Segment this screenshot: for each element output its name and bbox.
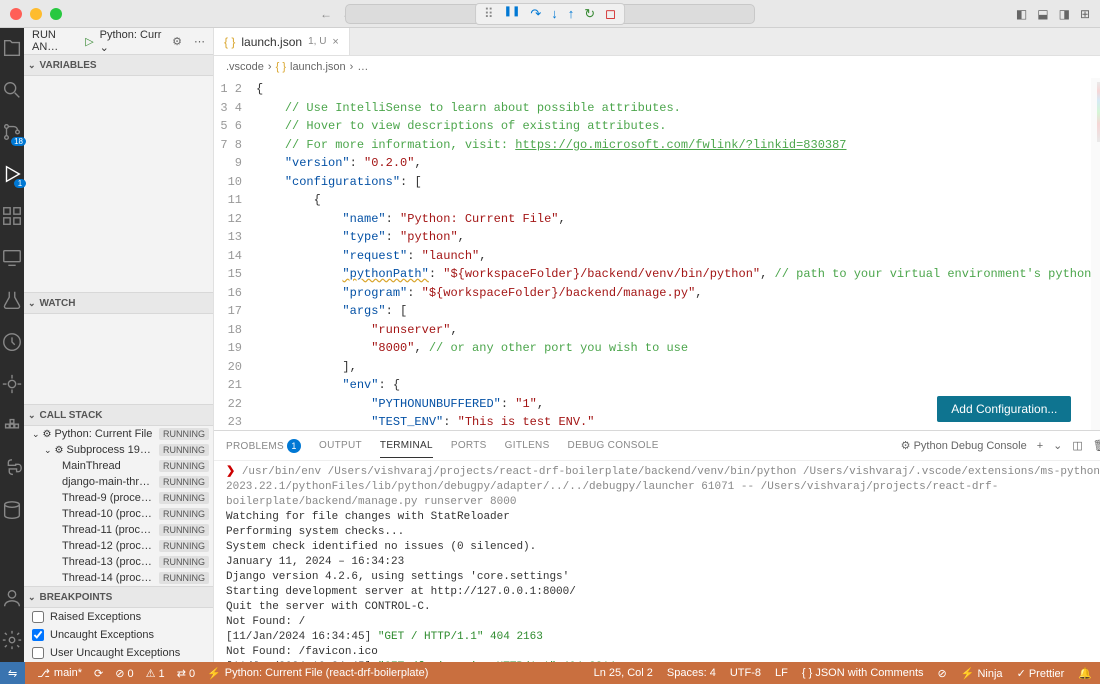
tab-debug-console[interactable]: DEBUG CONSOLE [568,440,659,451]
terminal-profile-label[interactable]: ⚙ Python Debug Console [901,439,1027,452]
debug-step-in-icon[interactable]: ↓ [551,6,558,22]
database-icon[interactable] [0,498,24,522]
tab-launch-json[interactable]: { } launch.json 1, U × [214,28,350,55]
callstack-row[interactable]: Thread-10 (process…RUNNING [24,506,213,522]
breakpoint-checkbox[interactable] [32,629,44,641]
problems-badge: 1 [287,439,301,453]
debug-toolbar: ⠿ ❚❚ ↷ ↓ ↑ ↻ ◻ [475,3,625,25]
debug-badge: 1 [14,179,26,188]
breakpoint-row[interactable]: Raised Exceptions [24,608,213,626]
window-close[interactable] [10,8,22,20]
tab-output[interactable]: OUTPUT [319,440,362,451]
window-zoom[interactable] [50,8,62,20]
gitlens-icon[interactable] [0,372,24,396]
terminal-output[interactable]: ❯ /usr/bin/env /Users/vishvaraj/projects… [214,461,1100,662]
debug-sidebar: RUN AN… ▷ Python: Curr ⌄ ⚙ ⋯ ⌄VARIABLES … [24,28,214,662]
debug-step-out-icon[interactable]: ↑ [568,6,575,22]
tab-dirty-indicator: 1, U [308,36,326,47]
breakpoint-checkbox[interactable] [32,647,44,659]
code-editor[interactable]: 1 2 3 4 5 6 7 8 9 10 11 12 13 14 15 16 1… [214,78,1100,430]
callstack-row[interactable]: Thread-14 (process…RUNNING [24,570,213,586]
run-debug-icon[interactable]: 1 [0,162,24,186]
more-icon[interactable]: ⋯ [194,35,205,48]
json-icon: { } [224,35,235,49]
timeline-icon[interactable] [0,330,24,354]
section-variables[interactable]: ⌄VARIABLES [24,54,213,76]
python-icon[interactable] [0,456,24,480]
callstack-row[interactable]: Thread-12 (process…RUNNING [24,538,213,554]
bottom-panel: PROBLEMS1 OUTPUT TERMINAL PORTS GITLENS … [214,430,1100,662]
source-control-icon[interactable]: 18 [0,120,24,144]
tab-gitlens[interactable]: GITLENS [505,440,550,451]
layout-customize-icon[interactable]: ⊞ [1080,7,1090,21]
split-terminal-icon[interactable]: ◫ [1072,439,1082,452]
nav-back-icon[interactable]: ← [320,7,332,21]
breadcrumb[interactable]: .vscode › { } launch.json › … [214,56,1100,78]
tab-close-icon[interactable]: × [332,36,338,48]
callstack-row[interactable]: MainThreadRUNNING [24,458,213,474]
callstack-row[interactable]: ⌄⚙Subprocess 19294RUNNING [24,442,213,458]
launch-config-dropdown[interactable]: Python: Curr ⌄ [100,29,166,54]
debug-restart-icon[interactable]: ↻ [584,6,595,22]
scm-badge: 18 [11,137,26,146]
search-icon[interactable] [0,78,24,102]
section-watch[interactable]: ⌄WATCH [24,292,213,314]
configure-icon[interactable]: ⚙ [172,35,182,48]
activity-bar: 18 1 [0,28,24,662]
testing-icon[interactable] [0,288,24,312]
docker-icon[interactable] [0,414,24,438]
editor-area: { } launch.json 1, U × ▷⁝ ◫ ⋯ .vscode › … [214,28,1100,662]
tab-name: launch.json [241,35,302,49]
layout-sidebar-left-icon[interactable]: ◧ [1016,7,1027,21]
section-callstack[interactable]: ⌄CALL STACK [24,404,213,426]
tab-ports[interactable]: PORTS [451,440,487,451]
extensions-icon[interactable] [0,204,24,228]
start-debug-icon[interactable]: ▷ [85,35,93,48]
accounts-icon[interactable] [0,586,24,610]
run-label: RUN AN… [32,29,79,53]
callstack-row[interactable]: Thread-9 (process_…RUNNING [24,490,213,506]
minimap[interactable] [1091,78,1100,430]
terminal-dropdown-icon[interactable]: ⌄ [1053,439,1062,452]
breakpoint-row[interactable]: User Uncaught Exceptions [24,644,213,662]
window-minimize[interactable] [30,8,42,20]
section-breakpoints[interactable]: ⌄BREAKPOINTS [24,586,213,608]
callstack-row[interactable]: ⌄⚙Python: Current FileRUNNING [24,426,213,442]
tab-terminal[interactable]: TERMINAL [380,440,433,458]
settings-icon[interactable] [0,628,24,652]
remote-explorer-icon[interactable] [0,246,24,270]
debug-handle-icon[interactable]: ⠿ [484,6,494,22]
callstack-row[interactable]: Thread-13 (process…RUNNING [24,554,213,570]
debug-step-over-icon[interactable]: ↷ [530,6,541,22]
debug-pause-icon[interactable]: ❚❚ [504,6,521,22]
tab-problems[interactable]: PROBLEMS1 [226,439,301,453]
new-terminal-icon[interactable]: + [1037,440,1043,452]
titlebar: ← → ⠿ ❚❚ ↷ ↓ ↑ ↻ ◻ ◧ ⬓ ◨ ⊞ [0,0,1100,28]
statusbar: ⇋ ⎇ main* ⟳ ⊘ 0 ⚠ 1 ⇄ 0 ⚡ Python: Curren… [0,662,1100,684]
remote-indicator[interactable]: ⇋ [0,662,25,684]
add-configuration-button[interactable]: Add Configuration... [937,396,1071,422]
callstack-row[interactable]: Thread-11 (process…RUNNING [24,522,213,538]
callstack-row[interactable]: django-main-threadRUNNING [24,474,213,490]
layout-panel-icon[interactable]: ⬓ [1037,7,1048,21]
kill-terminal-icon[interactable]: 🗑 [1093,439,1100,452]
layout-sidebar-right-icon[interactable]: ◨ [1059,7,1070,21]
debug-stop-icon[interactable]: ◻ [605,6,616,22]
explorer-icon[interactable] [0,36,24,60]
breakpoint-row[interactable]: Uncaught Exceptions [24,626,213,644]
breakpoint-checkbox[interactable] [32,611,44,623]
